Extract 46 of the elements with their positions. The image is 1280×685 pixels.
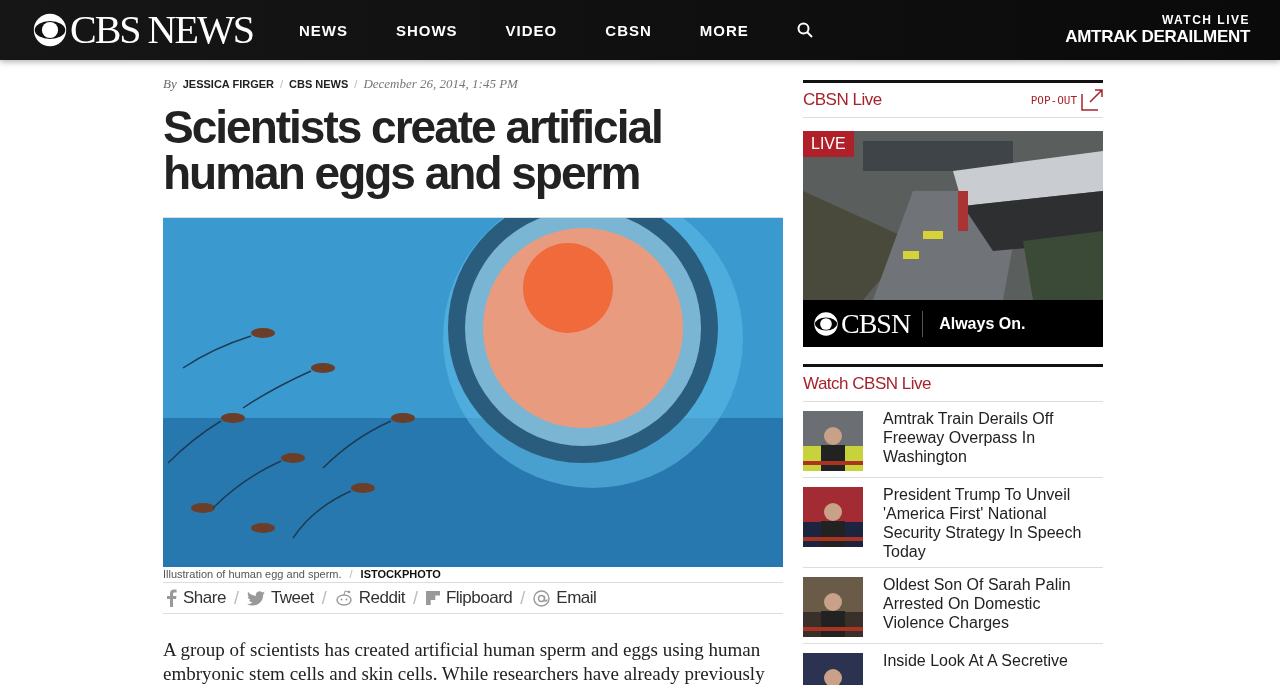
video-title-link[interactable]: Oldest Son Of Sarah Palin Arrested On Domestic Violence Charges (883, 575, 1103, 637)
live-badge: LIVE (803, 131, 854, 157)
search-icon[interactable] (796, 22, 813, 38)
facebook-icon (167, 589, 177, 607)
separator-slash: / (280, 78, 284, 90)
pop-out-icon (1081, 89, 1103, 111)
video-title-link[interactable]: Amtrak Train Derails Off Freeway Overpass In Washington (883, 409, 1103, 471)
player-logo: CBSN (841, 307, 911, 340)
separator-slash: / (520, 587, 526, 609)
byline-label: By (163, 76, 177, 92)
flipboard-icon (425, 591, 440, 605)
bird-icon (246, 590, 265, 606)
player-tagline: Always On. (939, 314, 1026, 333)
article-paragraph: A group of scientists has created artificial human sperm and eggs using human embryonic stem cells and skin cells. While researchers have already previously (163, 638, 766, 685)
eye-logo-icon[interactable] (32, 12, 68, 48)
section-heading: CBSN Live (803, 90, 882, 110)
image-caption: Illustration of human egg and sperm. (163, 568, 342, 580)
share-link[interactable]: Reddit (334, 588, 405, 608)
eye-logo-icon (813, 310, 839, 337)
video-title-link[interactable]: President Trump To Unveil 'America First' National Security Strategy In Speech Today (883, 485, 1103, 561)
video-player[interactable]: LIVE CBSN Always On. (803, 131, 1103, 347)
watch-live-link[interactable]: WATCH LIVE AMTRAK DERAILMENT (1065, 13, 1250, 47)
share-link[interactable]: Flipboard (425, 588, 513, 608)
logo-text[interactable]: CBS NEWS (70, 10, 253, 50)
nav-link[interactable]: CBSN (605, 21, 652, 39)
video-title-link[interactable]: Inside Look At A Secretive (883, 651, 1068, 685)
separator-slash: / (349, 568, 353, 580)
nav-link[interactable]: NEWS (298, 21, 348, 39)
share-link[interactable]: Tweet (246, 588, 314, 608)
image-credit: ISTOCKPHOTO (360, 568, 441, 580)
at-sign-icon (533, 589, 551, 607)
pop-out-link[interactable]: POP-OUT (1030, 89, 1103, 111)
nav-link[interactable]: VIDEO (505, 21, 558, 39)
reddit-icon (334, 590, 353, 606)
nav-link[interactable]: SHOWS (395, 21, 458, 39)
source-link[interactable]: CBS NEWS (289, 78, 349, 90)
separator-slash: / (354, 78, 358, 90)
share-link[interactable]: Email (533, 588, 597, 608)
author-link[interactable]: JESSICA FIRGER (182, 78, 274, 90)
article-date: December 26, 2014, 1:45 PM (363, 76, 518, 92)
separator-slash: / (321, 587, 327, 609)
share-link[interactable]: Share (167, 588, 226, 608)
separator-slash: / (412, 587, 418, 609)
nav-link[interactable]: MORE (699, 21, 749, 39)
separator-slash: / (233, 587, 239, 609)
section-heading: Watch CBSN Live (803, 374, 931, 394)
